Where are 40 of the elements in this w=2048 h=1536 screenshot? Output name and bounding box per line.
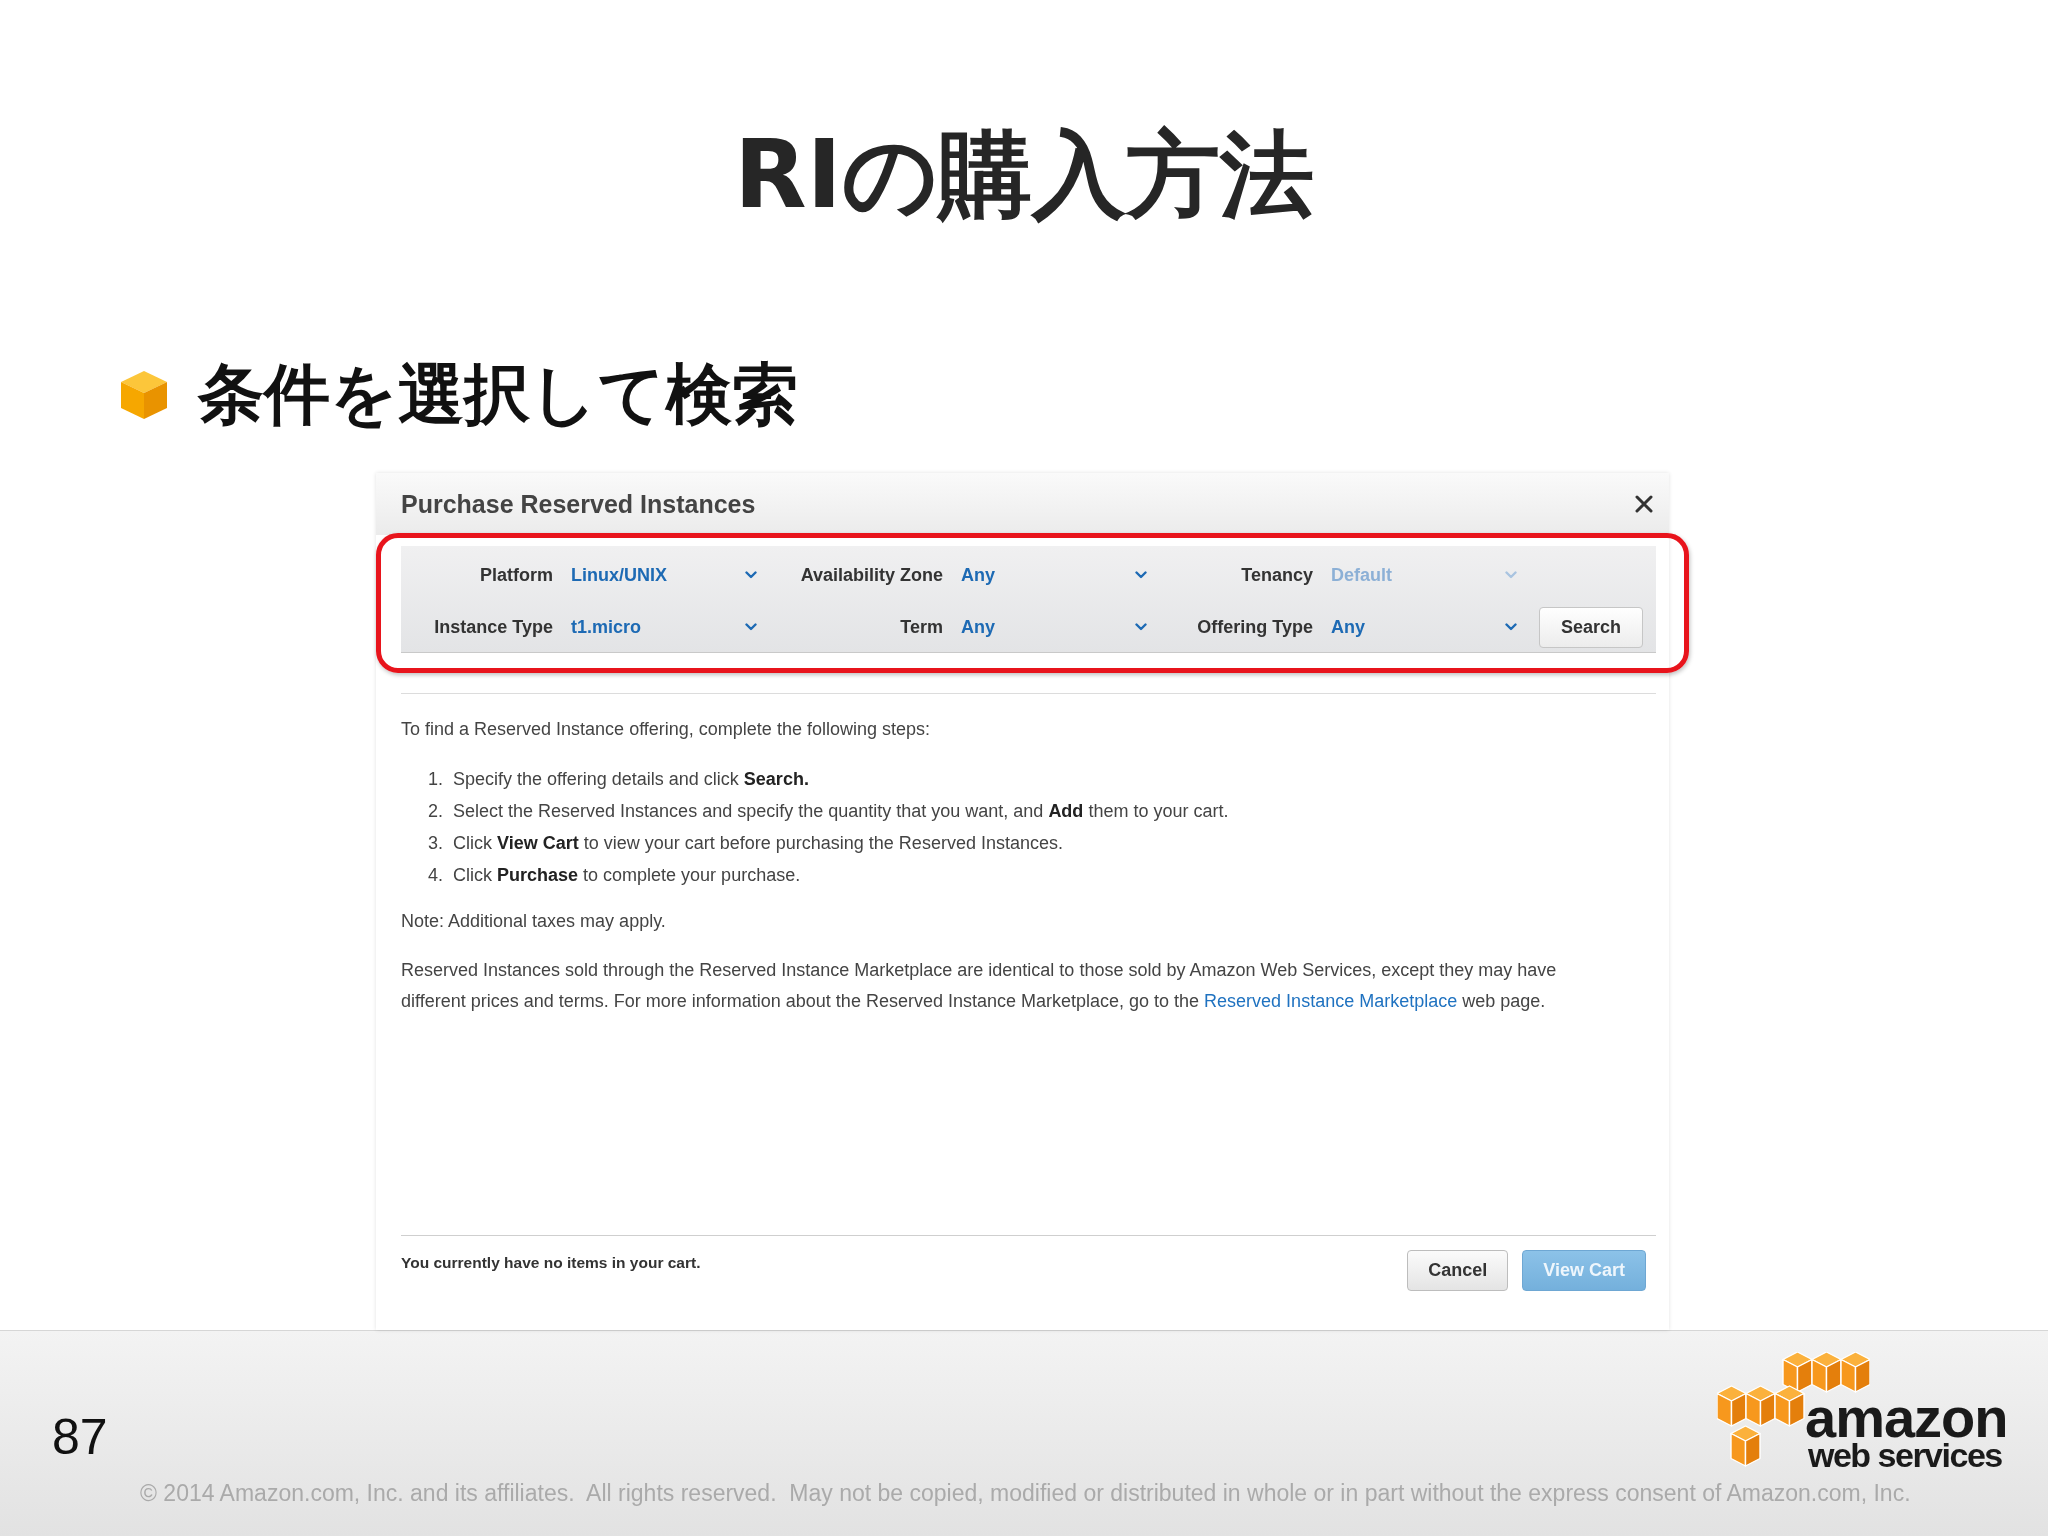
- chevron-icon: [745, 623, 757, 631]
- close-icon[interactable]: [1635, 495, 1653, 513]
- paragraph: Reserved Instances sold through the Reserved Instance Marketplace are identical to those sold by Amazon Web Services, except they may have different prices and terms. For more information about the Reserved Instance Marketplace, go to the Reserved Instance Marketplace web page.: [401, 959, 1558, 1013]
- list-number: 1.: [428, 768, 443, 791]
- slide-title: RIの購入方法: [734, 126, 1314, 224]
- copyright-text: © 2014 Amazon.com, Inc. and its affiliates. All rights reserved. May not be copied, modified or distributed in whole or in part without the express consent of Amazon.com, Inc.: [140, 1480, 1912, 1506]
- cube-icon: [121, 371, 167, 419]
- dropdown[interactable]: Any: [961, 616, 1151, 638]
- list-item-text: Click View Cart to view your cart before purchasing the Reserved Instances.: [453, 832, 1063, 855]
- chevron-icon: [1135, 571, 1147, 579]
- chevron-icon: [1505, 623, 1517, 631]
- company-logo: amazon web services: [1717, 1352, 2018, 1469]
- page-number: 87: [52, 1409, 108, 1465]
- field-label: Tenancy: [1241, 564, 1313, 586]
- list-item-text: Specify the offering details and click Search.: [453, 768, 809, 791]
- list-number: 2.: [428, 800, 443, 823]
- dropdown[interactable]: Any: [961, 564, 1151, 586]
- list-item-text: Click Purchase to complete your purchase.: [453, 864, 801, 887]
- list-number: 4.: [428, 864, 443, 887]
- dialog-title: Purchase Reserved Instances: [401, 489, 756, 519]
- cancel-button[interactable]: Cancel: [1407, 1250, 1509, 1291]
- list-item-text: Select the Reserved Instances and specify the quantity that you want, and Add them to your cart.: [453, 800, 1229, 823]
- intro-text: To find a Reserved Instance offering, complete the following steps:: [401, 718, 931, 741]
- bullet-heading: 条件を選択して検索: [198, 355, 798, 435]
- list-number: 3.: [428, 832, 443, 855]
- link[interactable]: Reserved Instance Marketplace: [1204, 991, 1458, 1011]
- cart-message: You currently have no items in your cart.: [401, 1254, 701, 1272]
- field-label: Availability Zone: [800, 564, 943, 586]
- field-label: Instance Type: [434, 616, 553, 638]
- chevron-icon: [1505, 571, 1517, 579]
- dropdown[interactable]: Linux/UNIX: [571, 564, 761, 586]
- dropdown[interactable]: Any: [1331, 616, 1521, 638]
- search-button[interactable]: Search: [1539, 606, 1643, 648]
- chevron-icon: [1135, 623, 1147, 631]
- chevron-icon: [745, 571, 757, 579]
- field-label: Platform: [480, 564, 553, 586]
- dropdown[interactable]: t1.micro: [571, 616, 761, 638]
- field-label: Offering Type: [1197, 616, 1313, 638]
- note-text: Note: Additional taxes may apply.: [401, 910, 667, 933]
- field-label: Term: [900, 616, 943, 638]
